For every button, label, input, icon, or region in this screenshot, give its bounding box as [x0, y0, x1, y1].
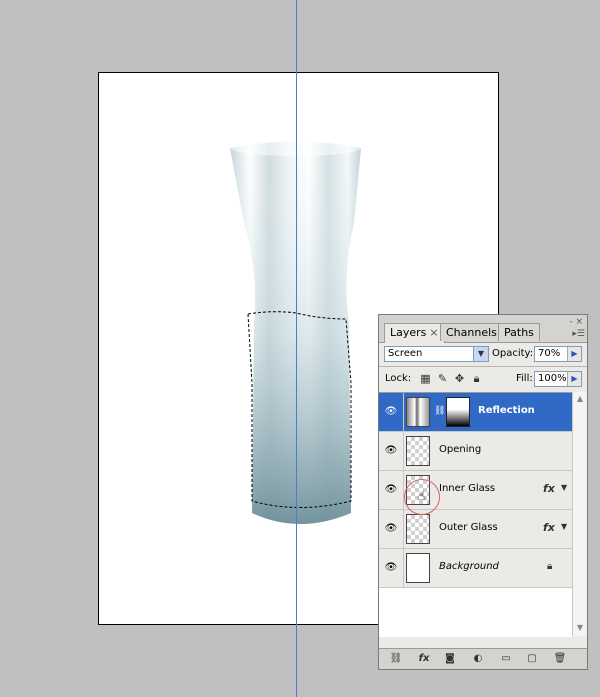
tab-channels-label: Channels [446, 326, 497, 339]
opacity-slider-arrow-icon[interactable]: ▶ [567, 347, 581, 361]
eye-icon[interactable]: 👁︎ [379, 549, 404, 587]
scroll-up-icon[interactable]: ▲ [574, 393, 586, 405]
lock-label: Lock: [385, 373, 412, 384]
layer-thumbnail[interactable] [406, 553, 430, 583]
layers-list: 👁︎ ⛓︎ Reflection 👁︎ Opening 👁︎ Inner Gla… [379, 392, 572, 637]
tab-layers[interactable]: Layers × [384, 323, 445, 343]
layer-row-reflection[interactable]: 👁︎ ⛓︎ Reflection [379, 393, 572, 432]
opacity-value: 70% [538, 348, 561, 359]
tab-layers-label: Layers [390, 326, 427, 339]
tab-paths[interactable]: Paths [498, 323, 540, 341]
layer-row-opening[interactable]: 👁︎ Opening [379, 432, 572, 471]
layer-name: Reflection [478, 405, 535, 416]
layers-scrollbar[interactable]: ▲ ▼ [572, 392, 587, 636]
opacity-label: Opacity: [492, 348, 534, 359]
fx-icon[interactable]: fx [543, 521, 555, 534]
expand-effects-icon[interactable]: ▼ [561, 483, 567, 492]
fx-icon[interactable]: fx [543, 482, 555, 495]
hand-cursor-icon: ☝︎ [418, 489, 426, 503]
layer-thumbnail[interactable] [406, 397, 430, 427]
fill-input[interactable]: 100% ▶ [534, 371, 582, 387]
group-icon[interactable]: ▭ [499, 652, 513, 666]
layer-name: Background [439, 561, 499, 572]
fill-value: 100% [538, 373, 567, 384]
blend-mode-select[interactable]: Screen ▼ [384, 346, 489, 362]
panel-tab-strip: Layers × Channels Paths - × ▸☰ [379, 315, 587, 343]
layer-mask-thumbnail[interactable] [446, 397, 470, 427]
expand-effects-icon[interactable]: ▼ [561, 522, 567, 531]
eye-icon[interactable]: 👁︎ [379, 510, 404, 548]
scroll-down-icon[interactable]: ▼ [574, 622, 586, 634]
opacity-input[interactable]: 70% ▶ [534, 346, 582, 362]
fill-label: Fill: [516, 373, 533, 384]
vertical-guide[interactable] [296, 0, 297, 697]
layer-row-background[interactable]: 👁︎ Background 🔒︎ [379, 549, 572, 588]
lock-icon: 🔒︎ [547, 561, 553, 572]
new-layer-icon[interactable]: ▢ [525, 652, 539, 666]
tab-paths-label: Paths [504, 326, 534, 339]
chevron-down-icon[interactable]: ▼ [473, 347, 488, 361]
eye-icon[interactable]: 👁︎ [379, 393, 404, 431]
fill-slider-arrow-icon[interactable]: ▶ [567, 372, 581, 386]
blend-mode-value: Screen [388, 348, 423, 359]
trash-icon[interactable]: 🗑︎ [553, 652, 567, 666]
layer-thumbnail[interactable] [406, 436, 430, 466]
adjustment-icon[interactable]: ◐ [471, 652, 485, 666]
lock-position-icon[interactable]: ✥ [454, 373, 465, 384]
panel-bottom-toolbar: ⛓︎ fx ◙ ◐ ▭ ▢ 🗑︎ [379, 648, 587, 669]
layer-row-outer-glass[interactable]: 👁︎ Outer Glass fx ▼ [379, 510, 572, 549]
lock-image-pixels-icon[interactable]: ✎ [437, 373, 448, 384]
lock-all-icon[interactable]: 🔒︎ [471, 373, 482, 384]
link-layers-icon[interactable]: ⛓︎ [389, 652, 403, 666]
lock-transparent-pixels-icon[interactable]: ▦ [420, 373, 431, 384]
divider [379, 366, 587, 367]
layer-thumbnail[interactable] [406, 514, 430, 544]
tab-channels[interactable]: Channels [440, 323, 503, 341]
layer-name: Inner Glass [439, 483, 496, 494]
options-menu-icon[interactable]: ▸☰ [572, 329, 585, 339]
eye-icon[interactable]: 👁︎ [379, 432, 404, 470]
fx-icon[interactable]: fx [417, 652, 431, 666]
window-controls[interactable]: - × [569, 317, 583, 327]
eye-icon[interactable]: 👁︎ [379, 471, 404, 509]
close-tab-icon[interactable]: × [429, 326, 438, 339]
layer-name: Opening [439, 444, 482, 455]
layer-name: Outer Glass [439, 522, 498, 533]
link-layers-icon[interactable]: ⛓︎ [434, 406, 445, 416]
mask-icon[interactable]: ◙ [443, 652, 457, 666]
